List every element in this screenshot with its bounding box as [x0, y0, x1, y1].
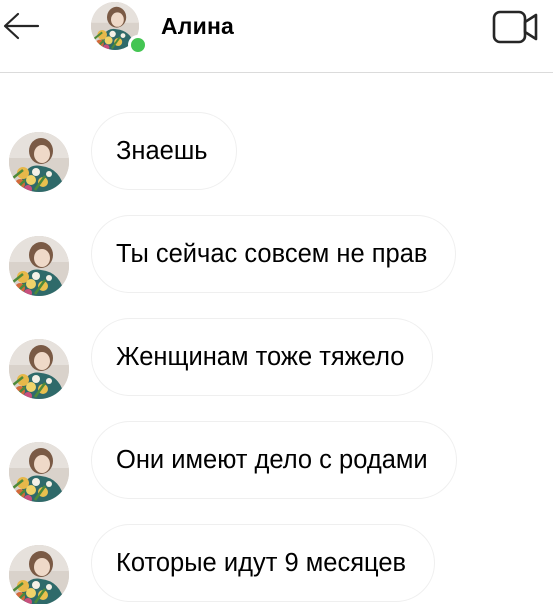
message-text: Знаешь [116, 137, 208, 165]
message-text: Они имеют дело с родами [116, 446, 428, 474]
sender-avatar[interactable] [9, 339, 69, 399]
message-text: Женщинам тоже тяжело [116, 343, 405, 371]
arrow-left-icon [3, 12, 40, 40]
sender-avatar[interactable] [9, 442, 69, 502]
message-bubble[interactable]: Которые идут 9 месяцев [91, 524, 436, 602]
online-status-indicator [128, 35, 148, 55]
message-bubble[interactable]: Знаешь [91, 112, 237, 190]
video-call-button[interactable] [490, 6, 542, 46]
sender-avatar[interactable] [9, 132, 69, 192]
message-text: Ты сейчас совсем не прав [116, 240, 428, 268]
message-text: Которые идут 9 месяцев [116, 549, 407, 577]
video-camera-icon [492, 10, 538, 44]
sender-avatar[interactable] [9, 236, 69, 296]
message-bubble[interactable]: Они имеют дело с родами [91, 421, 457, 499]
chat-screen: Алина Знаешь Ты сейчас совсем не прав Же… [0, 0, 553, 604]
message-bubble[interactable]: Ты сейчас совсем не прав [91, 215, 457, 293]
chat-header: Алина [0, 0, 553, 73]
sender-avatar[interactable] [9, 545, 69, 604]
message-bubble[interactable]: Женщинам тоже тяжело [91, 318, 434, 396]
contact-name[interactable]: Алина [161, 12, 234, 40]
back-button[interactable] [0, 6, 46, 46]
